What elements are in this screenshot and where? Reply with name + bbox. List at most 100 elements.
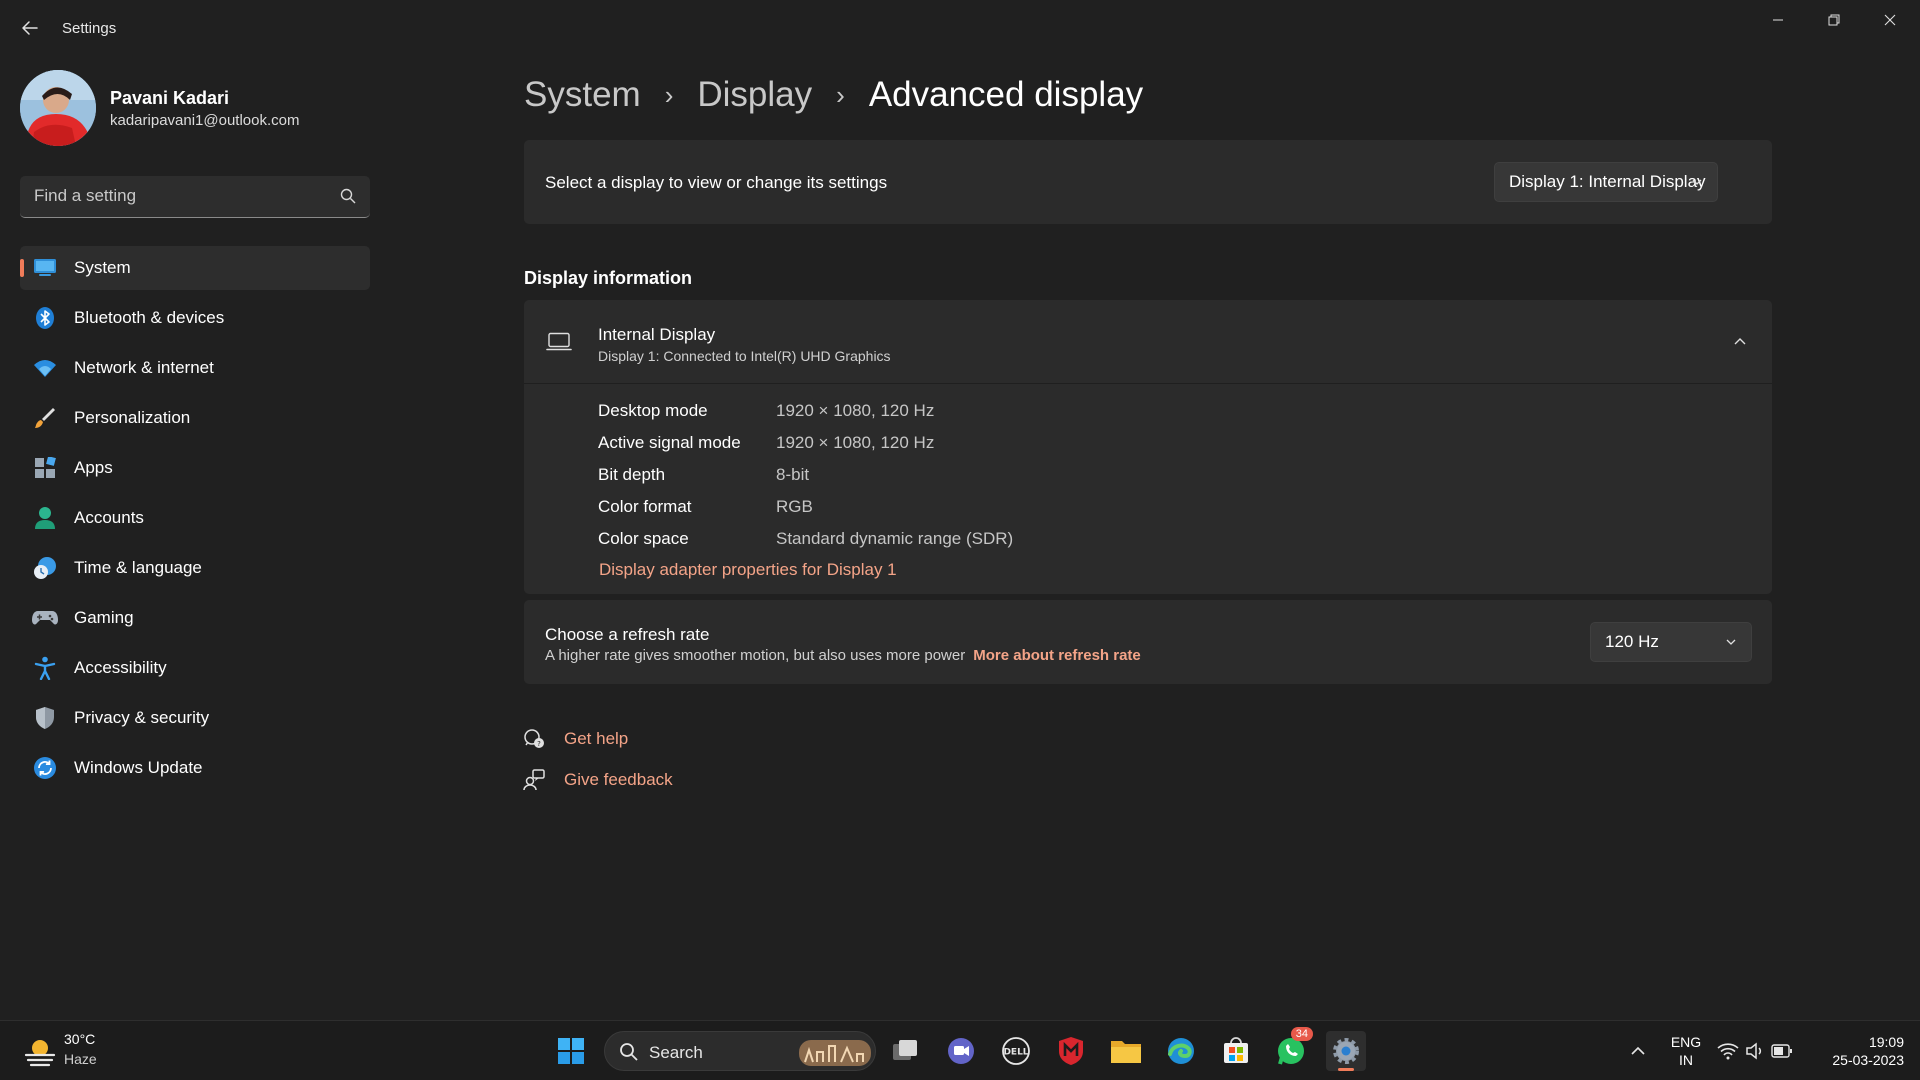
sidebar-item-label: Accounts xyxy=(74,508,144,527)
give-feedback-link[interactable]: Give feedback xyxy=(522,766,673,794)
show-hidden-icons-button[interactable] xyxy=(1618,1031,1658,1071)
sidebar-item-network-internet[interactable]: Network & internet xyxy=(20,346,370,390)
taskbar-search-label: Search xyxy=(649,1043,703,1062)
mcafee-button[interactable] xyxy=(1051,1031,1091,1071)
settings-search-input[interactable] xyxy=(34,176,334,216)
sidebar-item-time-language[interactable]: Time & language xyxy=(20,546,370,590)
sidebar-item-windows-update[interactable]: Windows Update xyxy=(20,746,370,790)
refresh-rate-card: Choose a refresh rate A higher rate give… xyxy=(524,600,1772,684)
get-help-label: Get help xyxy=(564,729,629,748)
help-chat-icon: ? xyxy=(522,727,546,751)
monitor-icon xyxy=(32,255,58,281)
minimize-button[interactable] xyxy=(1750,0,1806,40)
teams-chat-button[interactable] xyxy=(941,1031,981,1071)
laptop-icon xyxy=(546,332,572,351)
sidebar-item-bluetooth-devices[interactable]: Bluetooth & devices xyxy=(20,296,370,340)
breadcrumb-display[interactable]: Display xyxy=(697,75,812,115)
display-name: Internal Display xyxy=(598,325,716,344)
weather-widget[interactable]: 30°C Haze xyxy=(20,1029,120,1073)
refresh-rate-title: Choose a refresh rate xyxy=(545,625,710,644)
close-button[interactable] xyxy=(1862,0,1918,40)
volume-icon xyxy=(1746,1042,1762,1060)
back-arrow-icon xyxy=(22,21,38,35)
store-icon xyxy=(1224,1037,1248,1063)
sidebar-item-label: Personalization xyxy=(74,408,191,427)
wifi-icon xyxy=(32,355,58,381)
accessibility-icon xyxy=(32,655,58,681)
close-icon xyxy=(1884,14,1896,26)
title-bar: Settings xyxy=(0,0,1920,60)
dell-app-button[interactable]: DELL xyxy=(996,1031,1036,1071)
sidebar-nav: System Bluetooth & devices Network & int… xyxy=(20,246,370,796)
chevron-up-icon xyxy=(1734,338,1746,345)
get-help-link[interactable]: ? Get help xyxy=(522,725,628,753)
property-key: Color format xyxy=(598,497,692,516)
windows-logo-icon xyxy=(558,1038,584,1064)
notification-badge: 34 xyxy=(1290,1027,1313,1041)
display-information-header[interactable]: Internal Display Display 1: Connected to… xyxy=(524,300,1772,384)
property-value: 1920 × 1080, 120 Hz xyxy=(776,433,935,452)
page-title: Advanced display xyxy=(868,75,1144,114)
paintbrush-icon xyxy=(32,405,58,431)
refresh-rate-subtitle: A higher rate gives smoother motion, but… xyxy=(545,647,966,664)
display-select-dropdown[interactable]: Display 1: Internal Display xyxy=(1494,162,1718,202)
breadcrumb-system[interactable]: System xyxy=(524,75,641,115)
sidebar-item-privacy-security[interactable]: Privacy & security xyxy=(20,696,370,740)
bluetooth-icon xyxy=(32,305,58,331)
clock[interactable]: 19:09 25-03-2023 xyxy=(1812,1033,1904,1069)
display-adapter-properties-link[interactable]: Display adapter properties for Display 1 xyxy=(599,560,897,580)
sidebar-item-accounts[interactable]: Accounts xyxy=(20,496,370,540)
more-about-refresh-rate-link[interactable]: More about refresh rate xyxy=(973,647,1141,664)
back-button[interactable] xyxy=(16,14,44,42)
task-view-button[interactable] xyxy=(886,1031,926,1071)
property-value: 8-bit xyxy=(776,465,810,484)
whatsapp-button[interactable]: 34 xyxy=(1271,1027,1313,1071)
display-information-heading: Display information xyxy=(524,268,693,288)
edge-browser-button[interactable] xyxy=(1161,1031,1201,1071)
collapse-button[interactable] xyxy=(1728,330,1752,354)
refresh-rate-value: 120 Hz xyxy=(1605,632,1659,651)
svg-text:DELL: DELL xyxy=(1003,1048,1028,1058)
file-explorer-button[interactable] xyxy=(1106,1031,1146,1071)
sidebar-item-label: Windows Update xyxy=(74,758,203,777)
wifi-icon xyxy=(1717,1043,1739,1060)
input-language-indicator[interactable]: ENG IN xyxy=(1668,1033,1704,1069)
sidebar-item-label: Apps xyxy=(74,458,113,477)
search-highlight-icon xyxy=(799,1040,871,1066)
start-button[interactable] xyxy=(551,1031,591,1071)
select-display-label: Select a display to view or change its s… xyxy=(545,173,888,192)
sidebar-item-label: Privacy & security xyxy=(74,708,210,727)
settings-app-button[interactable] xyxy=(1326,1031,1366,1071)
weather-condition: Haze xyxy=(64,1051,97,1067)
property-key: Active signal mode xyxy=(598,433,741,452)
property-value: RGB xyxy=(776,497,813,516)
svg-text:?: ? xyxy=(537,740,541,748)
sidebar-item-gaming[interactable]: Gaming xyxy=(20,596,370,640)
apps-icon xyxy=(32,455,58,481)
refresh-rate-dropdown[interactable]: 120 Hz xyxy=(1590,622,1752,662)
sidebar-item-system[interactable]: System xyxy=(20,246,370,290)
taskbar-search[interactable]: Search xyxy=(604,1031,876,1071)
search-icon xyxy=(340,188,356,204)
sidebar-item-accessibility[interactable]: Accessibility xyxy=(20,646,370,690)
sidebar-item-label: Gaming xyxy=(74,608,134,627)
clock-globe-icon xyxy=(32,555,58,581)
sidebar-item-personalization[interactable]: Personalization xyxy=(20,396,370,440)
sidebar-item-label: Network & internet xyxy=(74,358,214,377)
sidebar-item-label: System xyxy=(74,258,131,277)
edge-icon xyxy=(1168,1038,1194,1064)
gear-icon xyxy=(1333,1038,1359,1064)
feedback-icon xyxy=(522,768,546,792)
quick-settings-button[interactable] xyxy=(1714,1031,1796,1071)
clock-date: 25-03-2023 xyxy=(1832,1052,1904,1068)
profile-email: kadaripavani1@outlook.com xyxy=(110,112,300,129)
sidebar-item-apps[interactable]: Apps xyxy=(20,446,370,490)
haze-weather-icon xyxy=(24,1040,56,1067)
settings-search-box[interactable] xyxy=(20,176,370,218)
gamepad-icon xyxy=(32,605,58,631)
property-key: Desktop mode xyxy=(598,401,708,420)
user-profile[interactable]: Pavani Kadari kadaripavani1@outlook.com xyxy=(20,70,370,146)
restore-button[interactable] xyxy=(1806,0,1862,40)
chevron-down-icon xyxy=(1726,639,1736,645)
microsoft-store-button[interactable] xyxy=(1216,1031,1256,1071)
